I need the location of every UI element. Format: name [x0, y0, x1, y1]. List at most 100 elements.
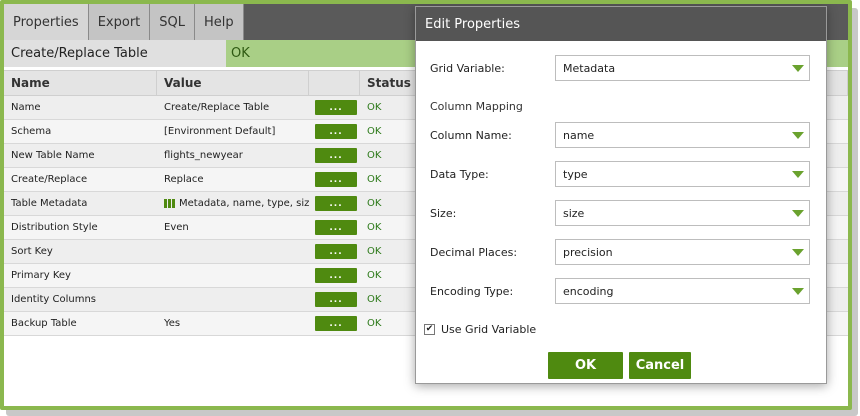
property-value-text: Replace [164, 174, 204, 185]
mapping-field-value: encoding [563, 284, 614, 298]
property-value-text: Metadata, name, type, siz... [179, 198, 309, 209]
mapping-field-row: Size: size [430, 200, 810, 226]
edit-property-button[interactable]: ... [315, 196, 357, 211]
use-grid-variable-checkbox[interactable]: ✔ [424, 324, 435, 335]
ok-button[interactable]: OK [548, 352, 623, 379]
mapping-field-value: name [563, 128, 595, 142]
property-value: [Environment Default] [157, 120, 309, 143]
property-value [157, 240, 309, 263]
mapping-field-row: Column Name: name [430, 122, 810, 148]
edit-property-button[interactable]: ... [315, 220, 357, 235]
mapping-field-row: Decimal Places: precision [430, 239, 810, 265]
mapping-field-label: Encoding Type: [430, 284, 514, 298]
chevron-down-icon [792, 171, 804, 178]
mapping-field-select[interactable]: type [555, 161, 810, 187]
property-value: flights_newyear [157, 144, 309, 167]
mapping-field-value: type [563, 167, 588, 181]
component-name: Create/Replace Table [4, 40, 226, 67]
property-value: Create/Replace Table [157, 96, 309, 119]
edit-property-button[interactable]: ... [315, 268, 357, 283]
status-text: OK [367, 246, 382, 257]
grid-icon [164, 199, 175, 208]
mapping-field-value: precision [563, 245, 613, 259]
status-text: OK [367, 318, 382, 329]
column-mapping-heading: Column Mapping [430, 100, 523, 113]
tab-sql[interactable]: SQL [150, 4, 195, 40]
property-value-text: Yes [164, 318, 181, 329]
edit-cell: ... [309, 216, 360, 239]
header-name: Name [4, 71, 157, 95]
edit-cell: ... [309, 144, 360, 167]
property-name: Identity Columns [11, 294, 97, 305]
header-value: Value [157, 71, 309, 95]
status-text: OK [367, 126, 382, 137]
mapping-field-select[interactable]: encoding [555, 278, 810, 304]
property-name: Table Metadata [11, 198, 88, 209]
chevron-down-icon [792, 132, 804, 139]
status-text: OK [367, 270, 382, 281]
property-value: Even [157, 216, 309, 239]
chevron-down-icon [792, 249, 804, 256]
property-name: Sort Key [11, 246, 53, 257]
mapping-field-select[interactable]: size [555, 200, 810, 226]
header-edit [309, 71, 360, 95]
status-text: OK [367, 198, 382, 209]
checkmark-icon: ✔ [425, 324, 434, 334]
edit-properties-dialog: Edit Properties Grid Variable: Metadata … [415, 6, 827, 384]
edit-property-button[interactable]: ... [315, 244, 357, 259]
property-value [157, 288, 309, 311]
property-name: Schema [11, 126, 52, 137]
status-text: OK [367, 150, 382, 161]
edit-cell: ... [309, 312, 360, 335]
edit-cell: ... [309, 120, 360, 143]
edit-cell: ... [309, 168, 360, 191]
properties-panel: Properties Export SQL Help Create/Replac… [4, 4, 848, 406]
mapping-field-row: Data Type: type [430, 161, 810, 187]
status-text: OK [367, 102, 382, 113]
mapping-field-label: Data Type: [430, 167, 489, 181]
grid-variable-select[interactable]: Metadata [555, 55, 810, 81]
mapping-field-value: size [563, 206, 585, 220]
mapping-field-label: Column Name: [430, 128, 512, 142]
cancel-button[interactable]: Cancel [629, 352, 691, 379]
chevron-down-icon [792, 210, 804, 217]
status-text: OK [367, 222, 382, 233]
property-name: New Table Name [11, 150, 95, 161]
edit-cell: ... [309, 288, 360, 311]
tab-export[interactable]: Export [88, 4, 151, 40]
edit-cell: ... [309, 240, 360, 263]
edit-property-button[interactable]: ... [315, 316, 357, 331]
mapping-field-row: Encoding Type: encoding [430, 278, 810, 304]
edit-property-button[interactable]: ... [315, 100, 357, 115]
property-name: Create/Replace [11, 174, 88, 185]
edit-cell: ... [309, 264, 360, 287]
property-name: Backup Table [11, 318, 77, 329]
mapping-field-select[interactable]: precision [555, 239, 810, 265]
property-value: Yes [157, 312, 309, 335]
edit-property-button[interactable]: ... [315, 148, 357, 163]
property-value [157, 264, 309, 287]
grid-variable-label: Grid Variable: [430, 61, 505, 75]
edit-property-button[interactable]: ... [315, 124, 357, 139]
mapping-field-label: Size: [430, 206, 457, 220]
status-text: OK [367, 294, 382, 305]
property-value-text: Even [164, 222, 189, 233]
edit-property-button[interactable]: ... [315, 292, 357, 307]
property-value-text: Create/Replace Table [164, 102, 270, 113]
property-name: Distribution Style [11, 222, 98, 233]
edit-cell: ... [309, 96, 360, 119]
mapping-field-select[interactable]: name [555, 122, 810, 148]
property-value: Metadata, name, type, siz... [157, 192, 309, 215]
use-grid-variable-row: ✔ Use Grid Variable [424, 323, 536, 336]
window-frame: Properties Export SQL Help Create/Replac… [0, 0, 852, 410]
tab-help[interactable]: Help [195, 4, 244, 40]
edit-property-button[interactable]: ... [315, 172, 357, 187]
tab-properties[interactable]: Properties [4, 4, 89, 40]
property-name: Primary Key [11, 270, 71, 281]
edit-cell: ... [309, 192, 360, 215]
mapping-field-label: Decimal Places: [430, 245, 518, 259]
status-text: OK [367, 174, 382, 185]
property-name: Name [11, 102, 41, 113]
property-value-text: flights_newyear [164, 150, 243, 161]
property-value: Replace [157, 168, 309, 191]
